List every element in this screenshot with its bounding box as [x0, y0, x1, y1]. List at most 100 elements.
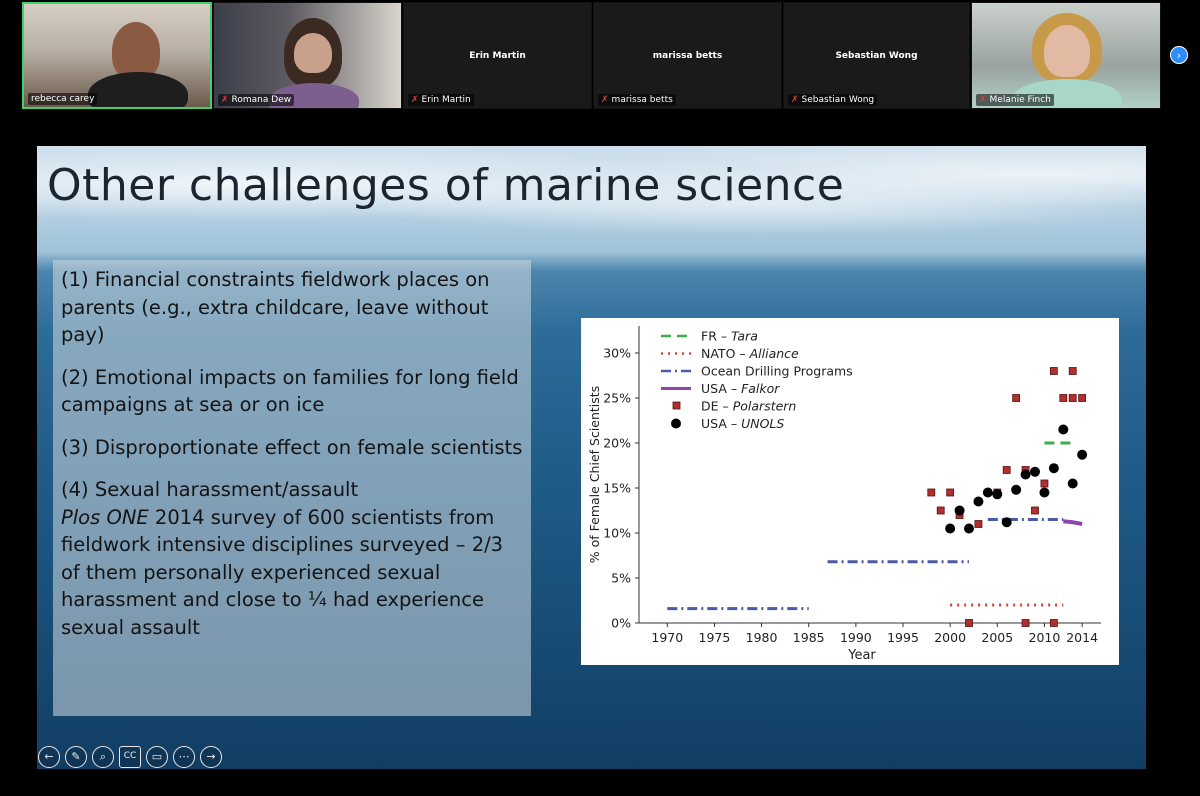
data-point-polarstern — [1059, 394, 1068, 402]
slide-title: Other challenges of marine science — [47, 160, 845, 211]
shared-slide: Other challenges of marine science (1) F… — [37, 146, 1146, 769]
x-tick-label: 1975 — [699, 630, 731, 645]
participant-video — [1044, 25, 1090, 77]
mic-muted-icon: ✗ — [221, 95, 229, 105]
legend-marker — [672, 401, 681, 410]
video-tile-sebastian-wong[interactable]: Sebastian Wong ✗ Sebastian Wong — [783, 2, 970, 109]
data-point-polarstern — [1002, 466, 1011, 474]
y-tick-label: 25% — [603, 391, 631, 406]
x-tick-label: 1985 — [793, 630, 825, 645]
chart-svg: 1970 1975 1980 1985 1990 1995 2000 2005 2010 2014… — [587, 326, 1101, 663]
data-point-polarstern — [1068, 367, 1077, 375]
participant-name-label: marissa betts — [652, 51, 723, 61]
data-point-unols — [954, 505, 965, 516]
video-tile-rebecca-carey[interactable]: rebecca carey — [22, 2, 212, 109]
y-tick-label: 20% — [603, 436, 631, 451]
legend-marker — [671, 418, 681, 429]
participant-strip: rebecca carey ✗ Romana Dew Erin Martin ✗ E… — [0, 0, 1200, 112]
zoom-icon[interactable]: ⌕ — [92, 746, 114, 768]
data-point-unols — [1048, 463, 1059, 474]
data-point-unols — [1058, 424, 1069, 435]
x-tick-label: 1995 — [887, 630, 919, 645]
data-point-polarstern — [1040, 479, 1049, 488]
participant-name: ✗ Erin Martin — [408, 94, 474, 106]
data-point-unols — [992, 489, 1003, 500]
participant-video — [294, 33, 332, 73]
y-tick-label: 0% — [611, 616, 631, 631]
legend-label: DE – Polarstern — [701, 399, 796, 414]
previous-slide-icon[interactable]: ← — [38, 746, 60, 768]
video-tile-melanie-finch[interactable]: ✗ Melanie Finch — [971, 2, 1161, 109]
data-point-polarstern — [1049, 367, 1058, 375]
pen-icon[interactable]: ✎ — [65, 746, 87, 768]
data-point-unols — [1039, 487, 1050, 498]
data-point-polarstern — [1049, 619, 1058, 627]
participant-name: ✗ Sebastian Wong — [788, 94, 878, 106]
data-point-polarstern — [936, 506, 945, 515]
captions-icon[interactable]: CC — [119, 746, 141, 768]
data-point-unols — [1001, 517, 1012, 528]
participant-name: ✗ Romana Dew — [218, 94, 295, 106]
participant-video — [88, 72, 188, 107]
mic-muted-icon: ✗ — [979, 95, 987, 105]
slide-text-box: (1) Financial constraints fieldwork plac… — [53, 260, 531, 716]
mic-muted-icon: ✗ — [791, 95, 799, 105]
data-point-unols — [973, 496, 984, 507]
x-tick-label: 1980 — [746, 630, 778, 645]
data-point-polarstern — [1068, 394, 1077, 402]
data-point-unols — [1030, 466, 1040, 477]
video-tile-marissa-betts[interactable]: marissa betts ✗ marissa betts — [593, 2, 782, 109]
legend-label: USA – UNOLS — [701, 416, 784, 431]
mic-muted-icon: ✗ — [411, 95, 419, 105]
y-tick-label: 15% — [603, 481, 631, 496]
video-tile-romana-dew[interactable]: ✗ Romana Dew — [213, 2, 402, 109]
x-tick-label: 2005 — [981, 630, 1013, 645]
data-point-unols — [945, 523, 956, 534]
y-tick-label: 30% — [603, 346, 631, 361]
legend-label: Ocean Drilling Programs — [701, 364, 853, 379]
next-slide-icon[interactable]: → — [200, 746, 222, 768]
list-item: (4) Sexual harassment/assault Plos ONE 2… — [61, 478, 504, 639]
participant-name-label: Erin Martin — [469, 51, 526, 61]
y-axis-label: % of Female Chief Scientists — [587, 386, 602, 563]
video-tile-erin-martin[interactable]: Erin Martin ✗ Erin Martin — [403, 2, 592, 109]
x-tick-label: 2014 — [1066, 630, 1098, 645]
data-point-polarstern — [1012, 394, 1021, 402]
y-tick-label: 10% — [603, 526, 631, 541]
x-tick-label: 1990 — [840, 630, 872, 645]
video-icon[interactable]: ▭ — [146, 746, 168, 768]
x-tick-label: 2010 — [1029, 630, 1061, 645]
x-tick-label: 2000 — [934, 630, 966, 645]
chevron-right-icon[interactable]: › — [1170, 46, 1188, 64]
data-point-unols — [964, 523, 974, 534]
participant-name: ✗ marissa betts — [598, 94, 676, 106]
participant-name: rebecca carey — [28, 93, 98, 105]
journal-name: Plos ONE — [61, 505, 149, 529]
list-item: (3) Disproportionate effect on female sc… — [61, 435, 523, 459]
list-item: (2) Emotional impacts on families for lo… — [61, 365, 519, 417]
data-point-unols — [982, 487, 993, 498]
data-point-polarstern — [1078, 394, 1087, 402]
data-point-unols — [1011, 484, 1022, 495]
list-item: (1) Financial constraints fieldwork plac… — [61, 268, 490, 346]
y-tick-label: 5% — [611, 571, 631, 586]
series-line-falkor — [1063, 519, 1083, 526]
slide-controls: ← ✎ ⌕ CC ▭ ⋯ → — [38, 746, 222, 770]
chart-panel: 1970 1975 1980 1985 1990 1995 2000 2005 2010 2014… — [581, 318, 1119, 665]
data-point-unols — [1067, 478, 1078, 489]
legend-label: USA – Falkor — [701, 381, 780, 396]
data-point-polarstern — [946, 488, 955, 497]
legend-label: FR – Tara — [701, 329, 758, 344]
data-point-polarstern — [965, 619, 973, 627]
data-point-polarstern — [927, 488, 936, 497]
data-point-polarstern — [1031, 506, 1039, 515]
more-options-icon[interactable]: ⋯ — [173, 746, 195, 768]
mic-muted-icon: ✗ — [601, 95, 609, 105]
data-point-polarstern — [1021, 619, 1030, 627]
data-point-polarstern — [974, 520, 983, 528]
data-point-unols — [1020, 469, 1031, 480]
x-axis-label: Year — [847, 648, 876, 663]
legend-label: NATO – Alliance — [701, 346, 799, 361]
participant-name-label: Sebastian Wong — [835, 51, 918, 61]
data-point-unols — [1077, 449, 1088, 460]
